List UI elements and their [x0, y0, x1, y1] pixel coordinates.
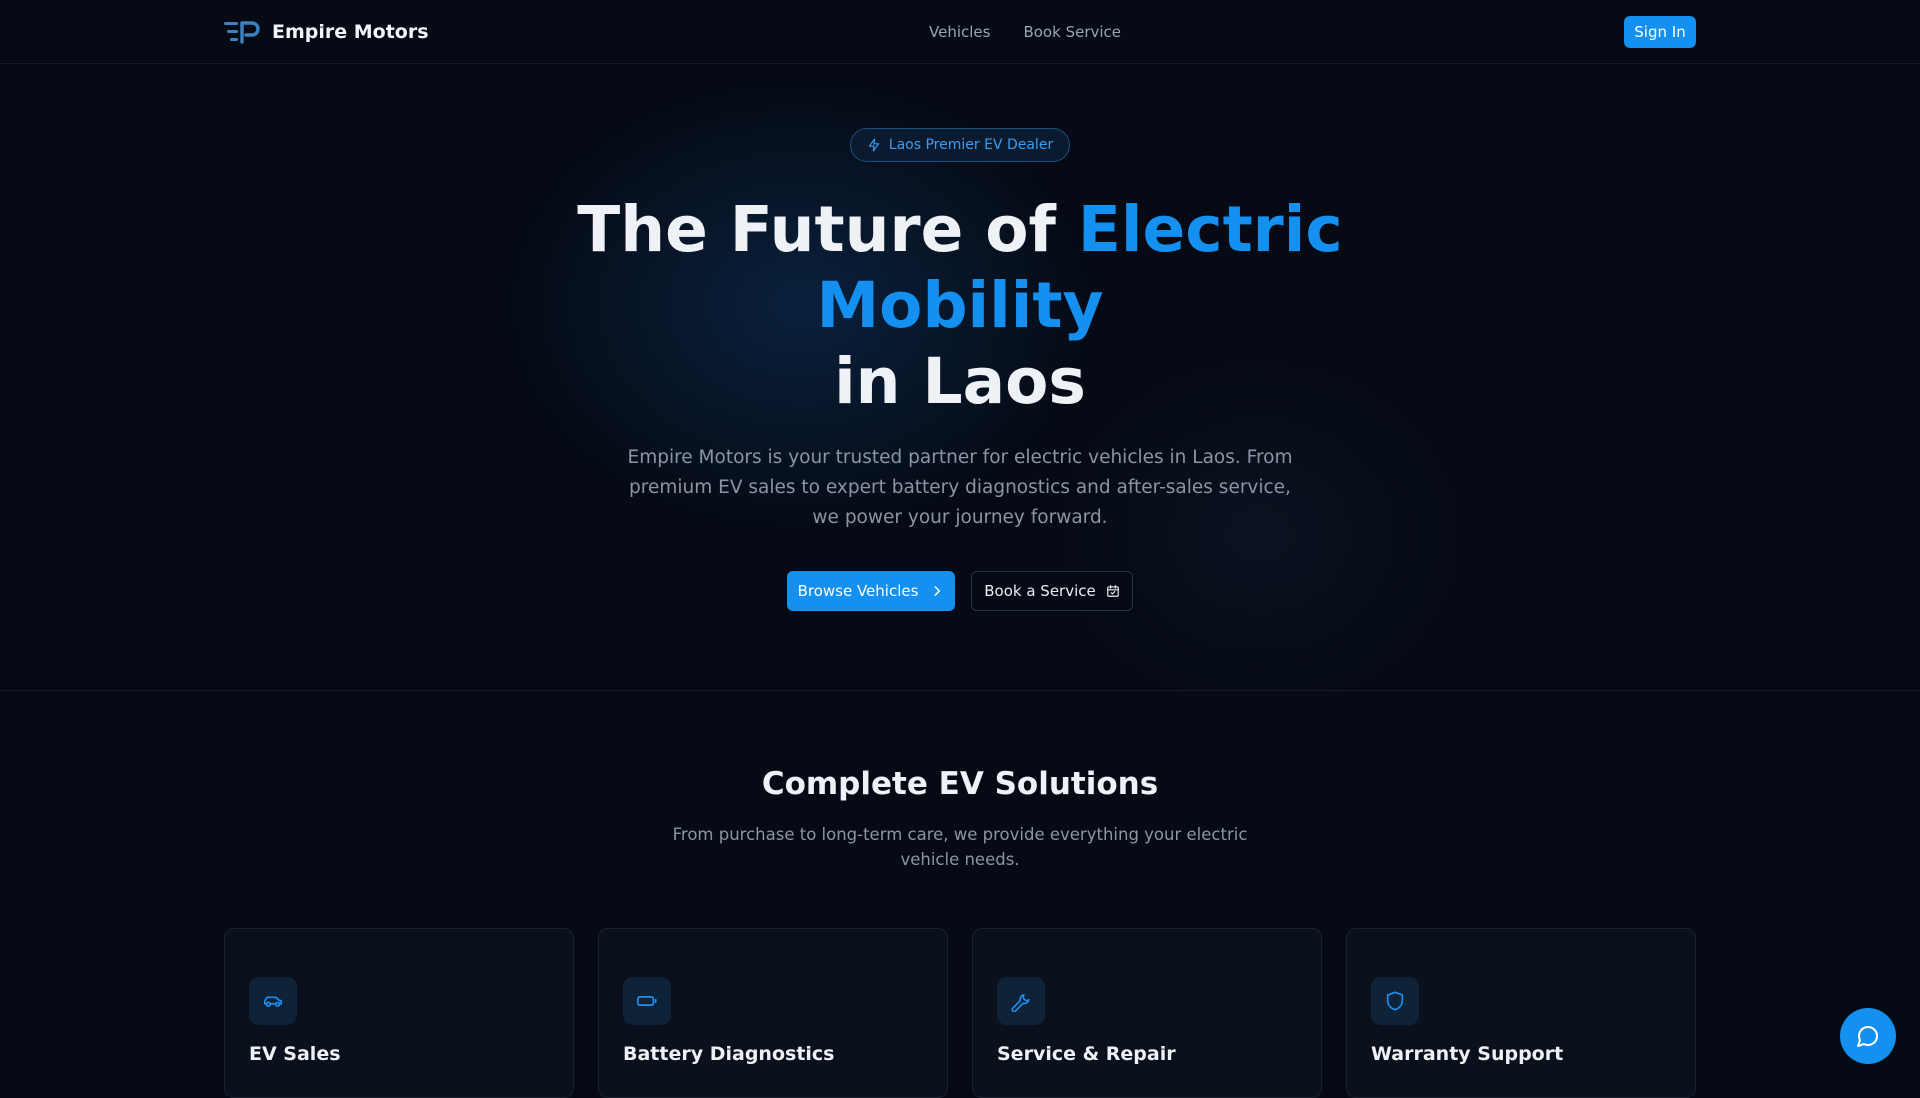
nav-link-book-service[interactable]: Book Service [1023, 23, 1121, 41]
book-service-button[interactable]: Book a Service [971, 571, 1133, 611]
solutions-description: From purchase to long-term care, we prov… [672, 825, 1248, 869]
sign-in-button[interactable]: Sign In [1624, 16, 1696, 48]
hero-badge-label: Laos Premier EV Dealer [888, 137, 1054, 153]
browse-vehicles-button[interactable]: Browse Vehicles [787, 571, 955, 611]
card-ev-sales[interactable]: EV Sales [224, 928, 574, 1098]
ep-logo-icon [224, 21, 260, 44]
nav-links: Vehicles Book Service [929, 23, 1121, 41]
headline-prefix: The Future of [577, 193, 1078, 266]
hero-badge: Laos Premier EV Dealer [850, 128, 1070, 162]
card-icon-wrapper [249, 977, 297, 1025]
chat-button[interactable] [1840, 1008, 1896, 1064]
lightning-icon [868, 138, 880, 152]
card-icon-wrapper [997, 977, 1045, 1025]
card-icon-wrapper [623, 977, 671, 1025]
shield-icon [1386, 991, 1404, 1011]
card-service-repair[interactable]: Service & Repair [972, 928, 1322, 1098]
card-title: Warranty Support [1371, 1043, 1564, 1065]
battery-icon [637, 996, 657, 1006]
chat-bubble-icon [1857, 1026, 1878, 1047]
card-warranty-support[interactable]: Warranty Support [1346, 928, 1696, 1098]
solutions-cards: EV Sales Battery Diagnostics Service & R… [224, 928, 1696, 1098]
nav-link-vehicles[interactable]: Vehicles [929, 23, 990, 41]
card-title: EV Sales [249, 1043, 341, 1065]
card-title: Service & Repair [997, 1043, 1176, 1065]
solutions-title: Complete EV Solutions [761, 766, 1159, 802]
card-icon-wrapper [1371, 977, 1419, 1025]
car-icon [263, 996, 283, 1007]
hero-headline: The Future of Electric Mobility in Laos [560, 192, 1360, 420]
headline-suffix: in Laos [834, 345, 1086, 418]
brand-logo[interactable]: Empire Motors [224, 20, 429, 44]
book-service-label: Book a Service [984, 582, 1096, 600]
hero-section: Laos Premier EV Dealer The Future of Ele… [0, 65, 1920, 691]
brand-name: Empire Motors [272, 21, 429, 43]
calendar-check-icon [1106, 585, 1119, 597]
wrench-icon [1011, 994, 1030, 1012]
top-navbar: Empire Motors Vehicles Book Service Sign… [0, 0, 1920, 64]
hero-description: Empire Motors is your trusted partner fo… [627, 447, 1293, 528]
card-battery-diagnostics[interactable]: Battery Diagnostics [598, 928, 948, 1098]
card-title: Battery Diagnostics [623, 1043, 835, 1065]
browse-vehicles-label: Browse Vehicles [797, 582, 919, 600]
chevron-right-icon [934, 586, 941, 596]
